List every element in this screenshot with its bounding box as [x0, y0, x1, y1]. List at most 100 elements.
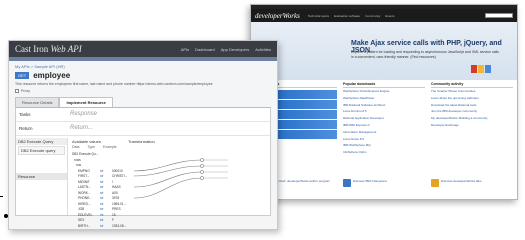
field-name: BIRTH... — [78, 223, 91, 228]
resource-description: This resource returns the employees firs… — [15, 82, 213, 86]
dw-link[interactable]: IBM DB2 Express-C — [343, 123, 425, 128]
http-method-badge: GET — [15, 72, 30, 79]
proxy-label: Proxy — [21, 88, 30, 93]
field-example: HAAS — [112, 185, 121, 190]
breadcrumb[interactable]: My APIs > Sample API (HR) — [15, 64, 271, 69]
ci-title-row: GET employee — [15, 71, 271, 80]
field-type: str — [100, 218, 104, 223]
dw-link[interactable]: Information Management — [343, 130, 425, 135]
dw-promo[interactable]: Discover developerWorks labs — [431, 179, 513, 195]
mapping-line — [133, 165, 203, 176]
dw-link[interactable]: My developerWorks: Building a community — [431, 116, 513, 121]
dw-link[interactable]: Download the latest Rational tools — [431, 103, 513, 108]
row-value[interactable]: Response — [70, 111, 97, 117]
resource-header[interactable]: Resource — [16, 172, 67, 180]
dw-link[interactable]: WebSphere Portal Express Engine — [343, 89, 425, 94]
ci-nav-item[interactable]: Dashboard — [195, 47, 215, 52]
dw-hero-desc: Explore a pattern for loading and respon… — [351, 50, 499, 59]
cast-iron-window: Cast Iron Web API APIs Dashboard App Dev… — [8, 40, 278, 230]
dw-hero: Make Ajax service calls with PHP, jQuery… — [251, 22, 517, 80]
ci-logo[interactable]: Cast Iron Web API — [15, 44, 82, 54]
field-type: int — [100, 212, 104, 217]
dw-link[interactable]: IBM WebSphere MQ — [343, 144, 425, 148]
dw-link[interactable]: InfoSphere Optim — [343, 150, 425, 155]
mapping-columns: Data Type Example — [70, 145, 268, 149]
dw-nav-item[interactable]: Community — [365, 14, 380, 18]
proxy-option[interactable]: Proxy — [15, 88, 271, 93]
decorative-dash — [0, 196, 3, 197]
row-value[interactable]: Return... — [70, 125, 93, 131]
dw-link[interactable]: Lotus Domino 8.5 — [343, 110, 425, 114]
field-example: 1965-01... — [112, 201, 127, 206]
field-example: 1933-08... — [112, 223, 127, 228]
mapping-node[interactable] — [200, 175, 204, 180]
ci-logo-suffix: Web API — [50, 44, 82, 54]
db-query-item[interactable]: DB2 Execute query — [18, 145, 65, 155]
ci-nav: APIs Dashboard App Developers Activities — [181, 47, 271, 52]
col-example: Example — [103, 144, 117, 149]
row-label: Return — [19, 125, 33, 131]
field-example: CHRISTI... — [112, 174, 128, 179]
dw-link[interactable]: Developer Exchange — [431, 123, 513, 128]
ci-nav-item[interactable]: Activities — [255, 47, 271, 52]
proxy-checkbox[interactable] — [15, 88, 19, 93]
dw-link[interactable]: Join the IBM developer community — [431, 110, 513, 114]
tab-resource-details[interactable]: Resource Details — [15, 96, 60, 107]
tasks-row: Tasks Response — [16, 108, 270, 122]
developerworks-window: developerWorks Technical topics Evaluati… — [250, 4, 518, 200]
field-type: str — [100, 168, 104, 173]
dw-nav-item[interactable]: Evaluation software — [334, 14, 360, 18]
field-example: 18 — [112, 212, 116, 217]
tree-node-label: row — [76, 163, 82, 168]
dw-search-input[interactable] — [485, 13, 513, 18]
field-name: LASTN... — [78, 185, 91, 190]
dw-link[interactable]: IBM Rational Software Architect — [343, 103, 425, 108]
dw-col-header: Popular downloads — [343, 82, 425, 88]
mapping-node[interactable] — [200, 169, 204, 174]
field-type: str — [100, 201, 104, 206]
dw-link[interactable]: Lotus Notes 8.5 — [343, 137, 425, 142]
field-type: str — [100, 185, 104, 190]
dw-promo[interactable]: Discover IBM Champions — [343, 179, 425, 195]
field-example: I — [112, 179, 113, 184]
field-type: str — [100, 207, 104, 212]
dw-promo-text[interactable]: Discover developerWorks labs — [441, 179, 481, 195]
dw-link[interactable]: Rational Application Developer — [343, 116, 425, 121]
field-type: str — [100, 196, 104, 201]
field-name: PHONE... — [78, 196, 92, 201]
mapping-node[interactable] — [200, 157, 204, 162]
dw-link[interactable]: The Smarter Planet Communities — [431, 89, 513, 94]
ci-nav-item[interactable]: App Developers — [221, 47, 249, 52]
resource-title: employee — [33, 71, 71, 80]
field-name: SEX — [78, 218, 85, 223]
mapping-area: Available values Transformation Data Typ… — [70, 138, 268, 228]
mapping-node[interactable] — [200, 163, 204, 168]
dw-promo-text[interactable]: Discover IBM Champions — [353, 179, 387, 195]
field-name: MIDINIT — [78, 179, 90, 184]
dw-logo[interactable]: developerWorks — [255, 12, 300, 20]
field-type: str — [100, 223, 104, 228]
field-row[interactable]: BIRTH... str 1933-08... — [70, 223, 140, 229]
field-example: PRES — [112, 207, 121, 212]
field-name: JOB — [78, 207, 85, 212]
dw-link[interactable]: WebSphere DataPower — [343, 96, 425, 101]
field-name: WORK... — [78, 190, 91, 195]
field-name: HIRED... — [78, 201, 91, 206]
col-data: Data — [72, 144, 80, 149]
dw-columns: Popular topics xhtml php android linux p… — [251, 80, 517, 160]
mapping-line — [133, 159, 203, 171]
labs-icon — [431, 179, 439, 187]
dw-header: developerWorks Technical topics Evaluati… — [251, 9, 517, 22]
ci-header: Cast Iron Web API APIs Dashboard App Dev… — [9, 41, 277, 57]
dw-link[interactable]: Learn about the upcoming webinars — [431, 96, 513, 101]
dw-nav-item[interactable]: Events — [385, 14, 394, 18]
ci-body: My APIs > Sample API (HR) GET employee T… — [9, 61, 277, 228]
ci-nav-item[interactable]: APIs — [181, 47, 189, 52]
hero-art-block — [485, 65, 491, 73]
ci-logo-prefix: Cast Iron — [15, 44, 49, 54]
db-query-header: DB2 Execute Query — [16, 137, 67, 145]
tab-implement-resource[interactable]: Implement Resource — [59, 96, 113, 107]
decorative-dot — [4, 214, 8, 218]
field-name: EMPNO — [78, 168, 90, 173]
dw-nav-item[interactable]: Technical topics — [308, 14, 329, 18]
